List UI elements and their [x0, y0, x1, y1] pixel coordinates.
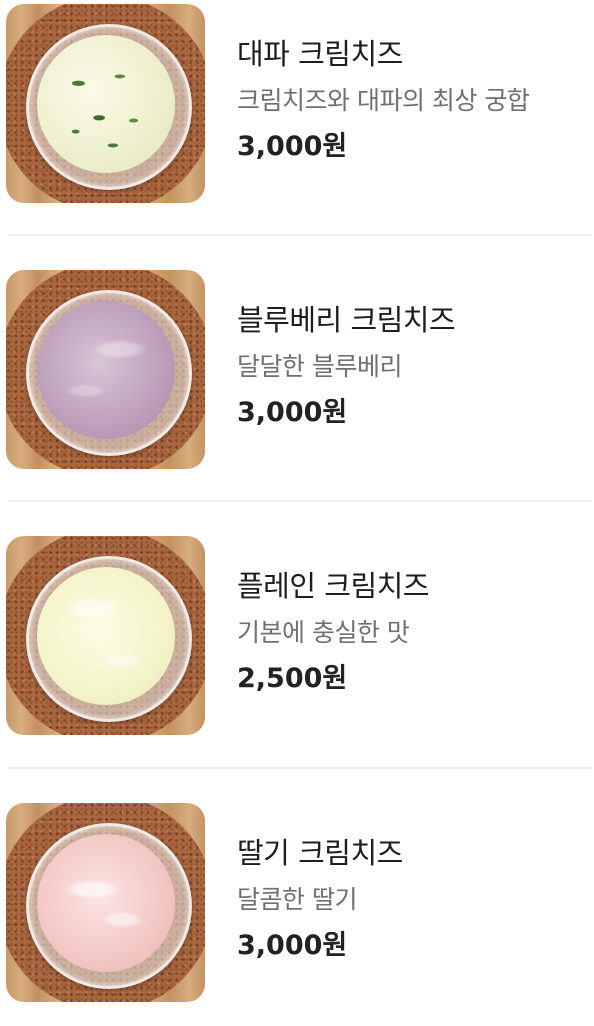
divider: [8, 767, 592, 769]
item-description: 달달한 블루베리: [237, 352, 402, 381]
item-info: 블루베리 크림치즈 달달한 블루베리 3,000원: [237, 300, 584, 430]
strawberry-cream-cheese-icon: [36, 833, 175, 972]
product-image[interactable]: [6, 4, 205, 203]
item-description: 기본에 충실한 맛: [237, 618, 410, 647]
item-name: 블루베리 크림치즈: [237, 303, 456, 337]
item-info: 대파 크림치즈 크림치즈와 대파의 최상 궁합 3,000원: [237, 34, 584, 164]
scallion-cream-cheese-icon: [36, 34, 175, 173]
item-price: 3,000원: [237, 131, 348, 162]
divider: [8, 234, 592, 236]
product-image[interactable]: [6, 270, 205, 469]
item-info: 딸기 크림치즈 달콤한 딸기 3,000원: [237, 833, 584, 963]
blueberry-cream-cheese-icon: [36, 300, 175, 439]
item-description: 크림치즈와 대파의 최상 궁합: [237, 86, 530, 115]
divider: [8, 500, 592, 502]
plain-cream-cheese-icon: [36, 566, 175, 705]
item-price: 3,000원: [237, 397, 348, 428]
item-name: 플레인 크림치즈: [237, 569, 429, 603]
menu-item-strawberry-cream-cheese[interactable]: 딸기 크림치즈 달콤한 딸기 3,000원: [0, 799, 594, 1004]
menu-item-plain-cream-cheese[interactable]: 플레인 크림치즈 기본에 충실한 맛 2,500원: [0, 532, 594, 737]
item-description: 달콤한 딸기: [237, 885, 357, 914]
product-image[interactable]: [6, 803, 205, 1002]
item-name: 대파 크림치즈: [237, 37, 403, 71]
item-name: 딸기 크림치즈: [237, 836, 403, 870]
item-price: 2,500원: [237, 663, 348, 694]
menu-list: 대파 크림치즈 크림치즈와 대파의 최상 궁합 3,000원 블루베리 크림치즈…: [0, 0, 594, 1026]
product-image[interactable]: [6, 536, 205, 735]
item-info: 플레인 크림치즈 기본에 충실한 맛 2,500원: [237, 566, 584, 696]
item-price: 3,000원: [237, 930, 348, 961]
menu-item-scallion-cream-cheese[interactable]: 대파 크림치즈 크림치즈와 대파의 최상 궁합 3,000원: [0, 0, 594, 205]
menu-item-blueberry-cream-cheese[interactable]: 블루베리 크림치즈 달달한 블루베리 3,000원: [0, 266, 594, 471]
